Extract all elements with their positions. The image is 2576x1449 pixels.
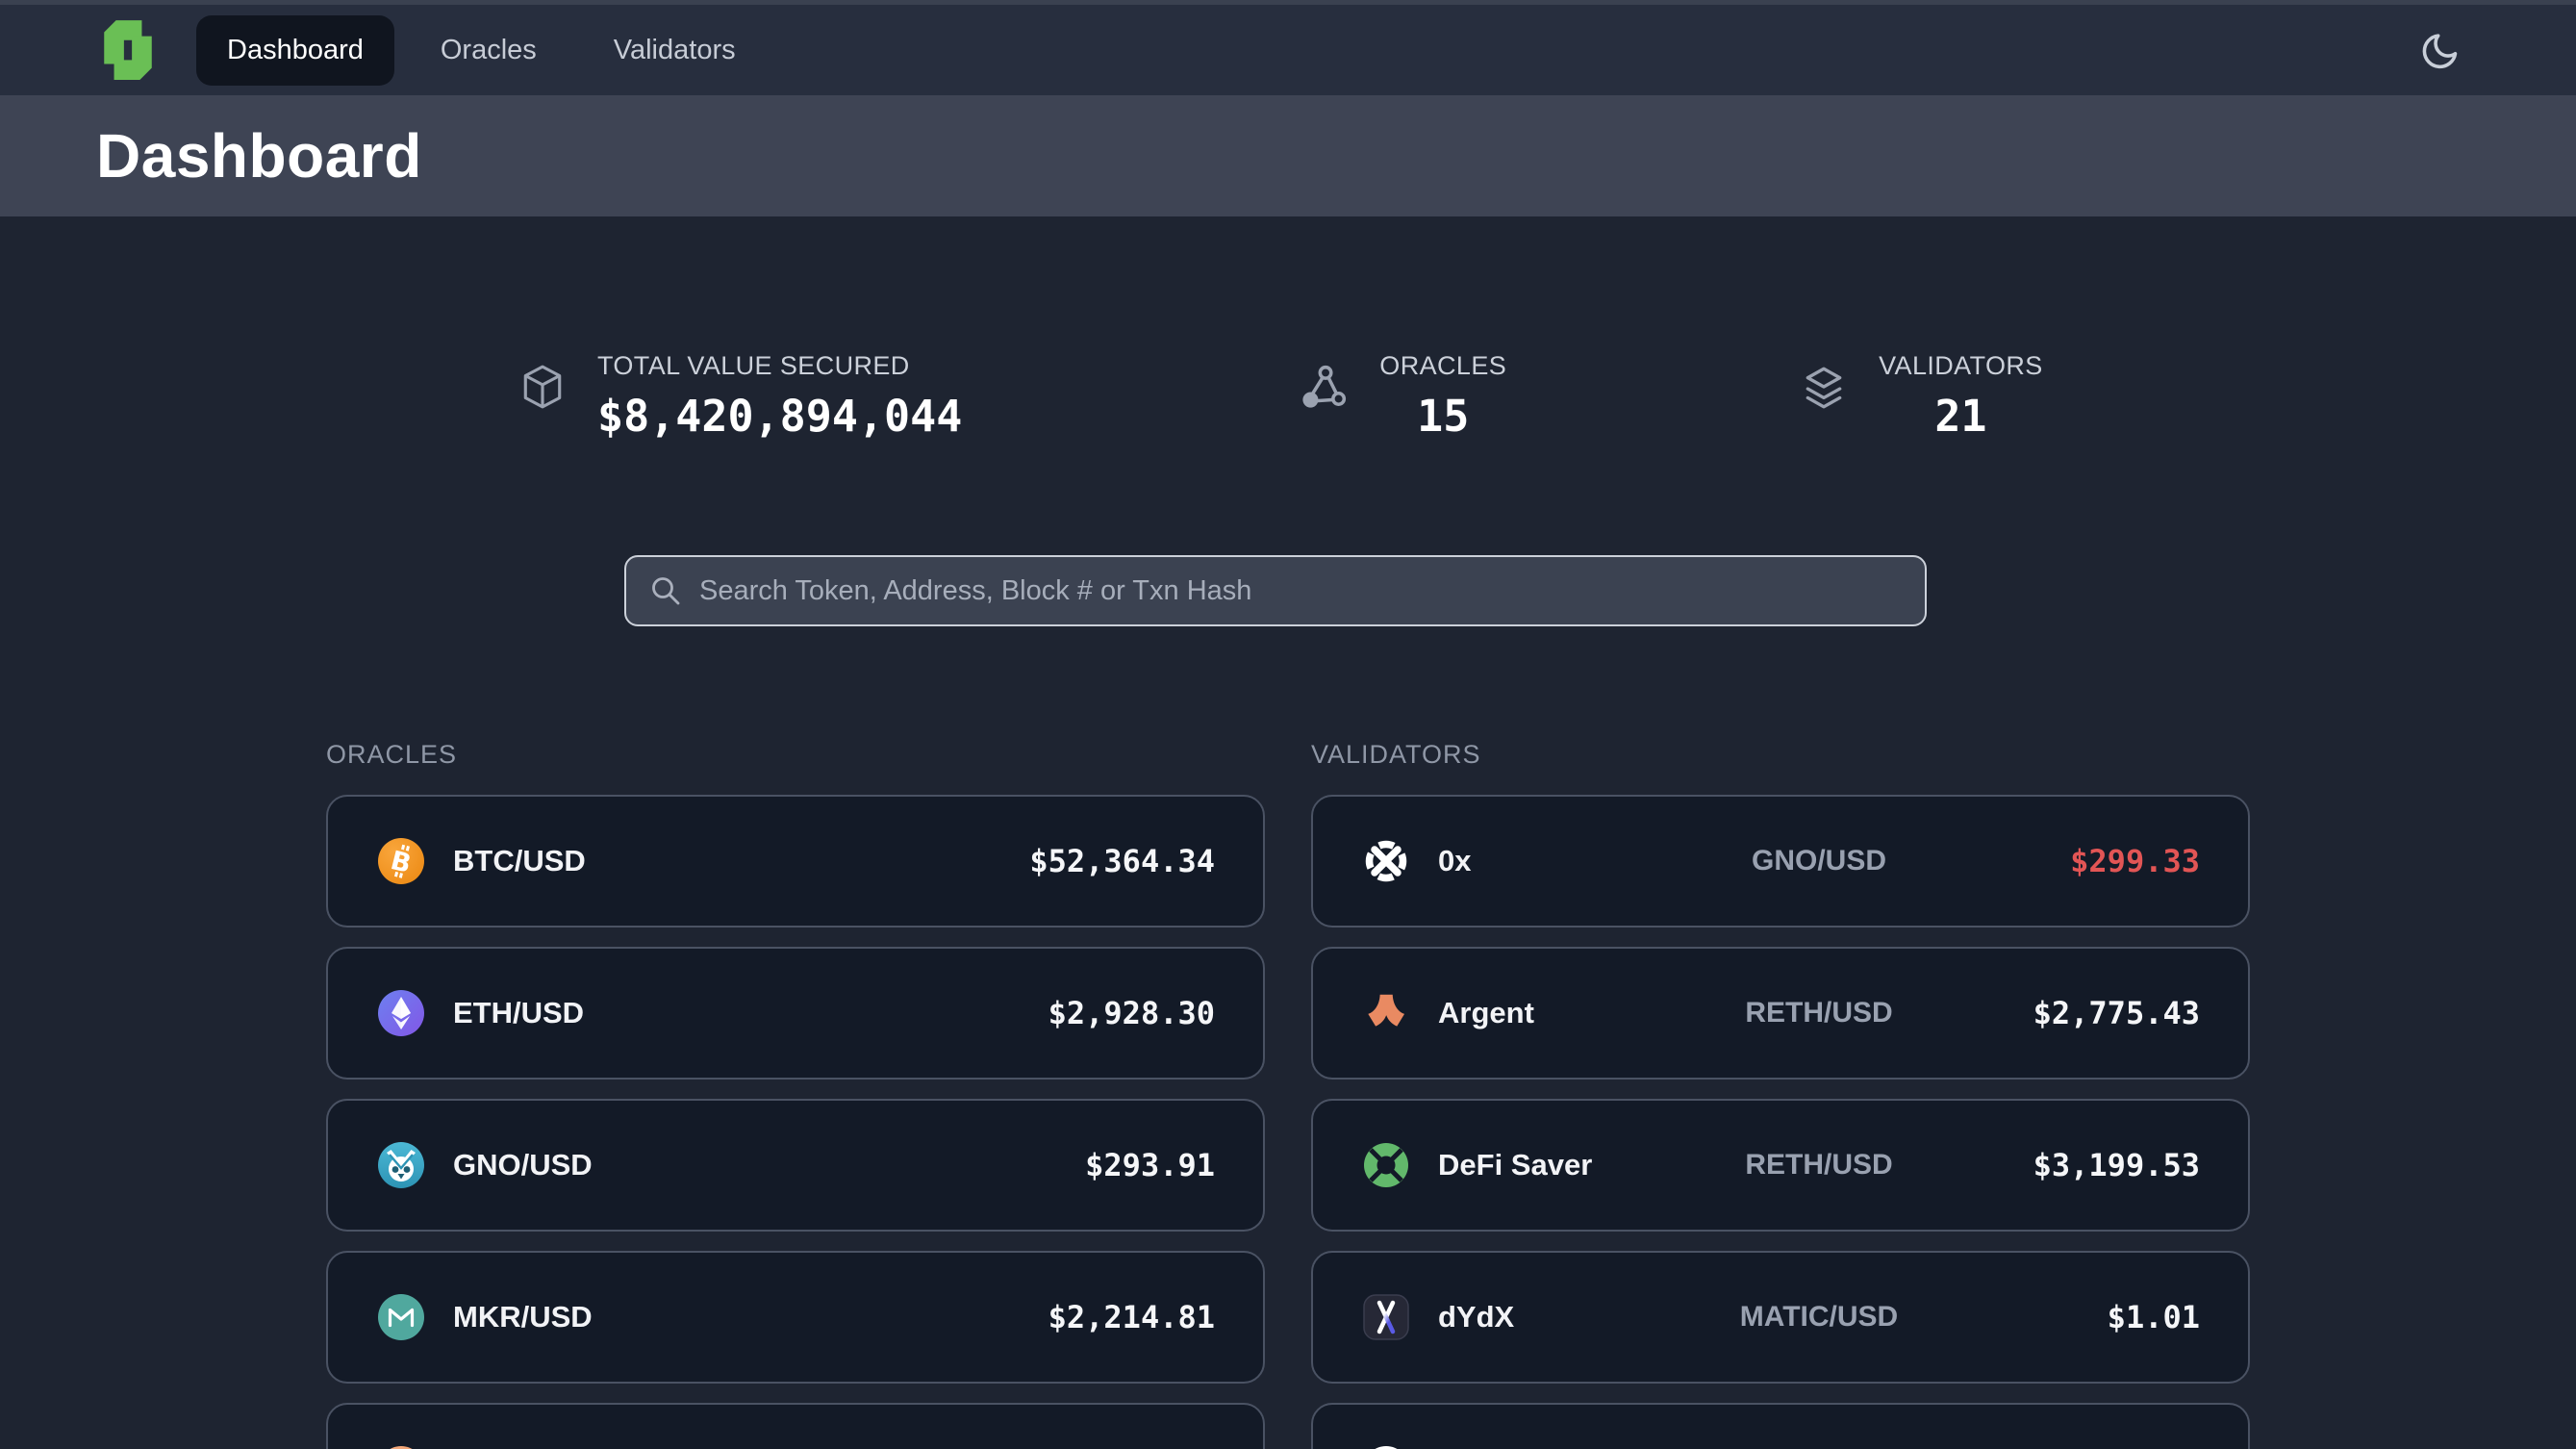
feed-pair: RETH/USD [1692, 997, 1946, 1030]
nav-item-oracles[interactable]: Oracles [410, 15, 568, 86]
top-navbar: Dashboard Oracles Validators [0, 5, 2576, 95]
search-input[interactable] [699, 575, 1902, 607]
validator-name: dYdX [1438, 1300, 1692, 1335]
feed-price: $1.01 [1946, 1299, 2200, 1335]
validator-row[interactable]: EtherscanLIDO LST/7DAYS3.4981 [1311, 1403, 2250, 1449]
stat-validators: VALIDATORS 21 [1800, 351, 2043, 442]
feed-pair: MATIC/USD [1692, 1301, 1946, 1334]
stat-label: ORACLES [1379, 351, 1506, 381]
stat-label: VALIDATORS [1879, 351, 2043, 381]
stat-label: TOTAL VALUE SECURED [597, 351, 962, 381]
search-icon [649, 574, 682, 607]
stat-value: $8,420,894,044 [597, 391, 962, 442]
stat-oracles: ORACLES 15 [1301, 351, 1506, 442]
feed-name: GNO/USD [453, 1148, 1085, 1182]
eth-icon [378, 990, 424, 1036]
validator-row[interactable]: DeFi SaverRETH/USD$3,199.53 [1311, 1099, 2250, 1232]
zrx-icon [1363, 838, 1409, 884]
oracles-list: B BTC/USD$52,364.34 ETH/USD$2,928.30 GNO… [326, 795, 1265, 1449]
feed-pair: RETH/USD [1692, 1149, 1946, 1182]
cube-icon [518, 363, 567, 411]
mkr-icon [378, 1294, 424, 1340]
gno-icon [378, 1142, 424, 1188]
feed-name: BTC/USD [453, 844, 1029, 878]
stat-value: 21 [1879, 391, 2043, 442]
oracle-row[interactable]: RETH/USD$3,022.92 [326, 1403, 1265, 1449]
oracle-row[interactable]: ETH/USD$2,928.30 [326, 947, 1265, 1080]
brand-logo[interactable] [96, 18, 160, 82]
dydx-icon [1363, 1294, 1409, 1340]
feed-price: $299.33 [1946, 843, 2200, 879]
validator-row[interactable]: ArgentRETH/USD$2,775.43 [1311, 947, 2250, 1080]
btc-icon: B [378, 838, 424, 884]
feed-name: MKR/USD [453, 1300, 1048, 1335]
nav-item-validators[interactable]: Validators [583, 15, 767, 86]
moon-icon [2414, 21, 2471, 78]
stats-row: TOTAL VALUE SECURED $8,420,894,044 ORACL… [326, 216, 2250, 442]
validators-column: VALIDATORS 0xGNO/USD$299.33 ArgentRETH/U… [1311, 740, 2250, 1449]
feed-pair: GNO/USD [1692, 845, 1946, 877]
validator-name: DeFi Saver [1438, 1148, 1692, 1182]
theme-toggle-button[interactable] [2416, 23, 2470, 77]
page-title: Dashboard [96, 120, 422, 191]
feed-price: $2,928.30 [1048, 995, 1215, 1031]
lists-row: ORACLES B BTC/USD$52,364.34 ETH/USD$2,92… [326, 740, 2250, 1449]
feed-price: $52,364.34 [1029, 843, 1215, 879]
validator-row[interactable]: dYdXMATIC/USD$1.01 [1311, 1251, 2250, 1384]
oracles-column: ORACLES B BTC/USD$52,364.34 ETH/USD$2,92… [326, 740, 1265, 1449]
oracles-section-title: ORACLES [326, 740, 1265, 770]
nav-item-dashboard[interactable]: Dashboard [196, 15, 394, 86]
defisaver-icon [1363, 1142, 1409, 1188]
feed-name: ETH/USD [453, 996, 1048, 1030]
argent-icon [1363, 990, 1409, 1036]
validator-name: Argent [1438, 996, 1692, 1030]
validators-list: 0xGNO/USD$299.33 ArgentRETH/USD$2,775.43… [1311, 795, 2250, 1449]
search-box[interactable] [624, 555, 1927, 626]
layers-icon [1800, 363, 1848, 411]
validator-row[interactable]: 0xGNO/USD$299.33 [1311, 795, 2250, 928]
network-icon [1301, 363, 1349, 411]
main-content: TOTAL VALUE SECURED $8,420,894,044 ORACL… [326, 216, 2250, 1449]
feed-price: $293.91 [1085, 1147, 1215, 1183]
oracle-row[interactable]: GNO/USD$293.91 [326, 1099, 1265, 1232]
validator-name: 0x [1438, 844, 1692, 878]
search-section [624, 555, 2250, 626]
feed-price: $2,214.81 [1048, 1299, 1215, 1335]
oracle-row[interactable]: MKR/USD$2,214.81 [326, 1251, 1265, 1384]
feed-price: $2,775.43 [1946, 995, 2200, 1031]
nav-links: Dashboard Oracles Validators [196, 15, 767, 86]
validators-section-title: VALIDATORS [1311, 740, 2250, 770]
feed-price: $3,199.53 [1946, 1147, 2200, 1183]
oracle-row[interactable]: B BTC/USD$52,364.34 [326, 795, 1265, 928]
stat-value: 15 [1379, 391, 1506, 442]
brand-logo-icon [96, 18, 160, 82]
stat-total-value-secured: TOTAL VALUE SECURED $8,420,894,044 [518, 351, 962, 442]
page-header: Dashboard [0, 95, 2576, 216]
